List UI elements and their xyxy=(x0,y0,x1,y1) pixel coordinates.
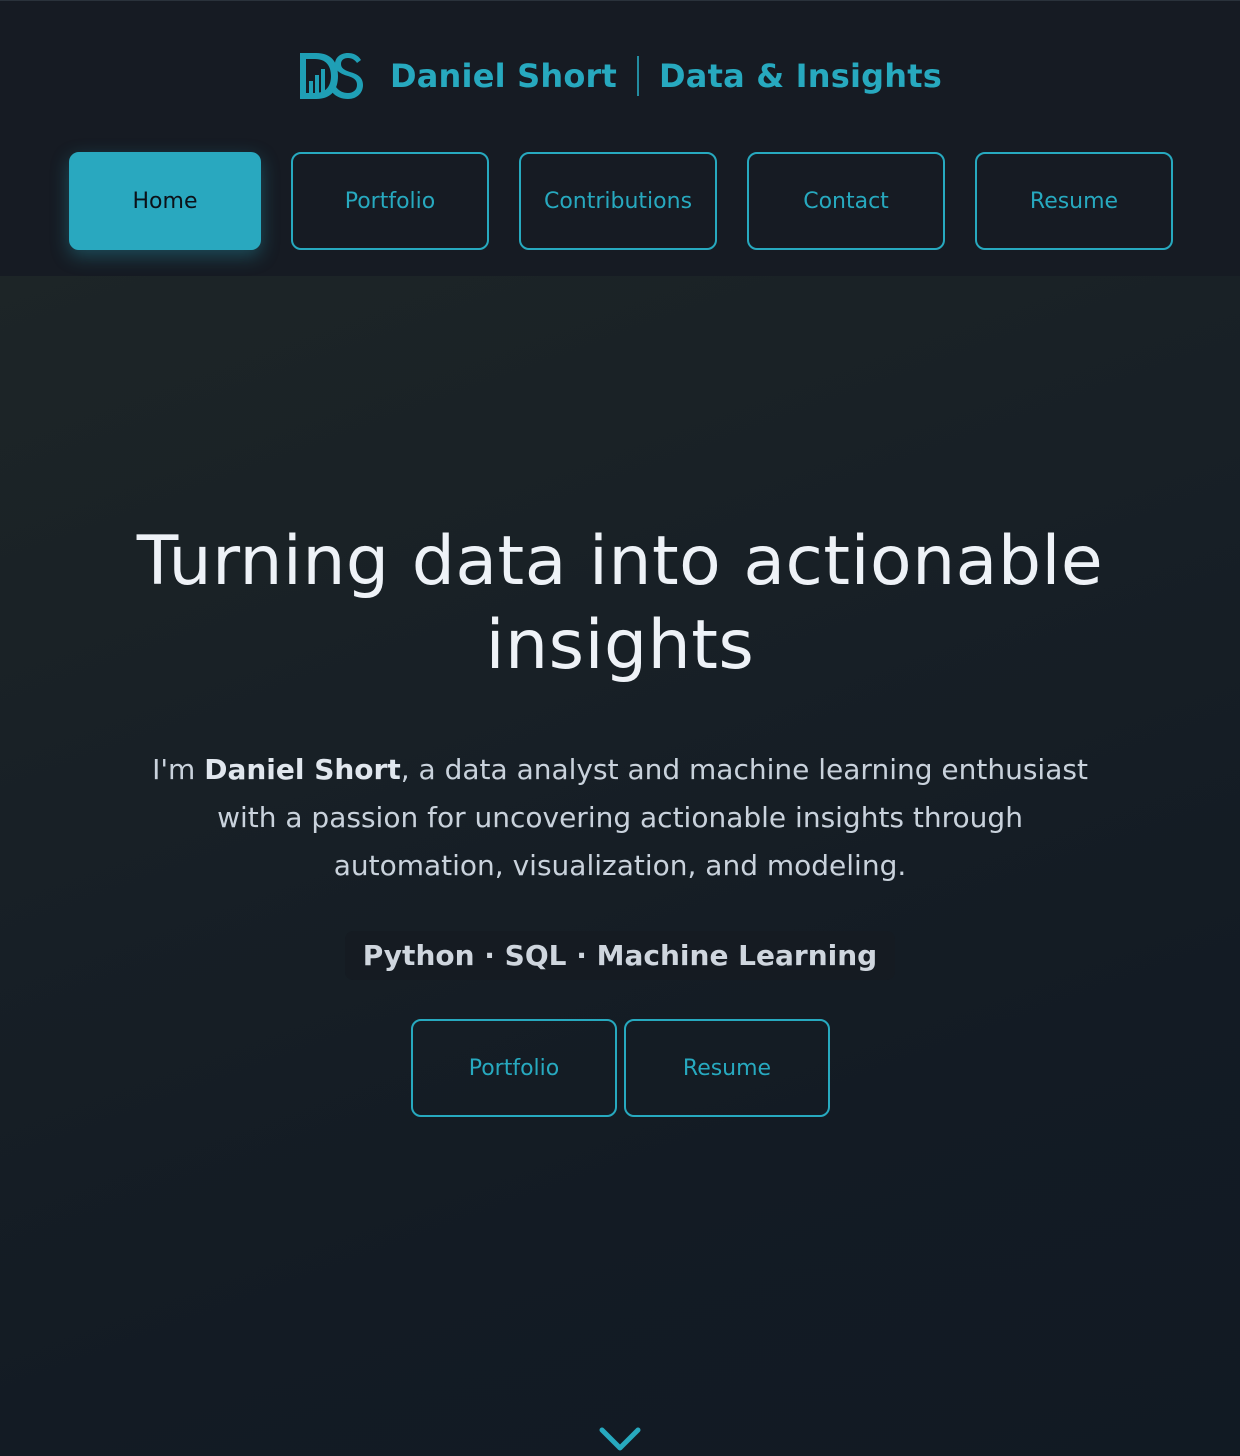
nav-contributions-button[interactable]: Contributions xyxy=(519,152,717,250)
nav-portfolio-button[interactable]: Portfolio xyxy=(291,152,489,250)
skills-badge: Python · SQL · Machine Learning xyxy=(344,931,896,980)
hero-title: Turning data into actionable insights xyxy=(136,522,1104,685)
brand-name: Daniel Short xyxy=(390,57,618,95)
hero-section: Turning data into actionable insights I'… xyxy=(0,276,1240,1456)
hero-intro: I'm Daniel Short, a data analyst and mac… xyxy=(140,746,1100,890)
nav-home-button[interactable]: Home xyxy=(69,152,261,250)
skills-row: Python · SQL · Machine Learning xyxy=(0,931,1240,980)
brand-separator xyxy=(637,56,640,96)
main-nav: Home Portfolio Contributions Contact Res… xyxy=(69,152,1173,250)
portfolio-button[interactable]: Portfolio xyxy=(411,1019,617,1117)
chevron-down-icon[interactable] xyxy=(598,1424,642,1454)
intro-prefix: I'm xyxy=(152,753,205,786)
resume-button[interactable]: Resume xyxy=(624,1019,830,1117)
nav-resume-button[interactable]: Resume xyxy=(975,152,1173,250)
brand-tagline: Data & Insights xyxy=(659,57,942,95)
brand[interactable]: Daniel Short Data & Insights xyxy=(0,49,1240,103)
intro-name: Daniel Short xyxy=(204,753,401,786)
ds-logo-icon xyxy=(300,53,363,99)
cta-buttons: Portfolio Resume xyxy=(411,1019,830,1117)
nav-contact-button[interactable]: Contact xyxy=(747,152,945,250)
site-header: Daniel Short Data & Insights Home Portfo… xyxy=(0,0,1240,276)
